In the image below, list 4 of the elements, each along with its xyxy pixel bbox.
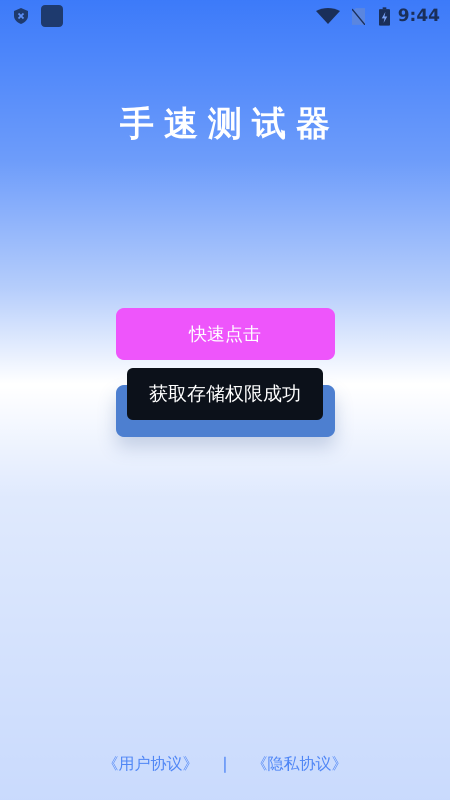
- permission-toast: 获取存储权限成功: [127, 368, 323, 420]
- app-title: 手速测试器: [119, 103, 341, 146]
- status-time: 9:44: [398, 6, 440, 26]
- separator: |: [222, 754, 228, 773]
